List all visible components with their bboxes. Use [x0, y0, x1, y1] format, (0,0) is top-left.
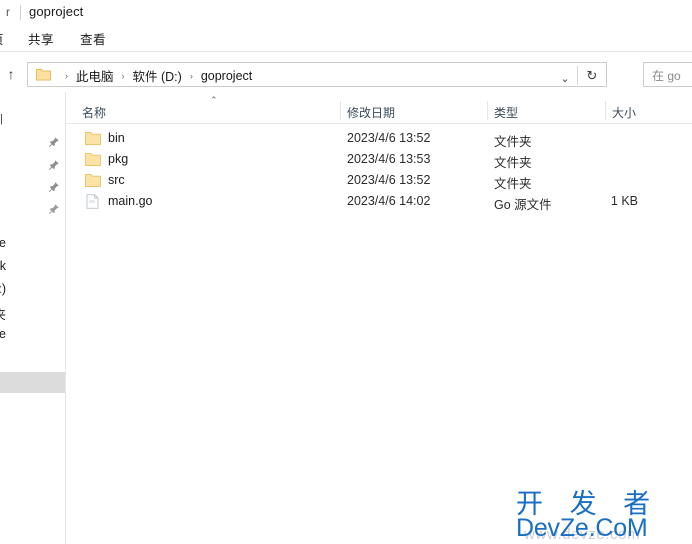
file-type: 文件夹 — [494, 156, 532, 170]
breadcrumb-separator: › — [189, 70, 193, 81]
folder-icon — [85, 152, 101, 167]
tab-view[interactable]: 查看 — [80, 29, 106, 48]
file-list: bin 2023/4/6 13:52 文件夹 pkg 2023/4/6 13:5… — [66, 128, 692, 228]
address-bar-row: ↑ › 此电脑 › 软件 (D:) › goproject ⌄ ↻ 在 go — [0, 58, 692, 91]
file-type: 文件夹 — [494, 177, 532, 191]
breadcrumb-separator: › — [121, 70, 125, 81]
tab-stub[interactable]: r — [0, 3, 10, 21]
window-title: goproject — [29, 4, 84, 19]
sidebar-selected-item[interactable] — [0, 372, 65, 393]
address-divider — [577, 66, 578, 85]
watermark-title: 开 发 者 — [516, 489, 660, 520]
watermark-ghost-text: www.devze.com — [524, 526, 641, 543]
header-underline — [66, 123, 692, 124]
table-row[interactable]: main.go 2023/4/6 14:02 Go 源文件 1 KB — [66, 191, 692, 212]
chevron-down-icon[interactable]: ⌄ — [554, 68, 576, 91]
sort-ascending-icon: ⌃ — [210, 95, 218, 105]
pin-icon — [48, 136, 60, 148]
sidebar-item-label[interactable]: 件夹 — [0, 304, 6, 323]
file-name[interactable]: pkg — [108, 152, 128, 166]
file-name[interactable]: bin — [108, 131, 125, 145]
column-header-row: ⌃ 名称 修改日期 类型 大小 — [66, 95, 692, 123]
file-date: 2023/4/6 13:53 — [347, 152, 431, 166]
sidebar-item-label[interactable]: tack — [0, 259, 6, 273]
file-size: 1 KB — [610, 194, 638, 208]
pin-icon — [48, 181, 60, 193]
search-input[interactable]: 在 go — [643, 62, 692, 87]
table-row[interactable]: bin 2023/4/6 13:52 文件夹 — [66, 128, 692, 149]
tab-home[interactable]: 页 — [0, 29, 13, 48]
sidebar-item-label[interactable]: re — [0, 327, 6, 341]
file-type: 文件夹 — [494, 135, 532, 149]
breadcrumb-item-goproject[interactable]: goproject — [200, 69, 253, 83]
navigation-pane: | le tack D:) 件夹 re — [0, 92, 66, 544]
column-header-date[interactable]: 修改日期 — [347, 104, 395, 121]
address-bar[interactable]: › 此电脑 › 软件 (D:) › goproject ⌄ ↻ — [27, 62, 607, 87]
column-separator[interactable] — [605, 101, 606, 120]
column-separator[interactable] — [487, 101, 488, 120]
file-date: 2023/4/6 14:02 — [347, 194, 431, 208]
ribbon-divider — [0, 51, 692, 52]
search-placeholder: 在 go — [652, 69, 681, 83]
table-row[interactable]: src 2023/4/6 13:52 文件夹 — [66, 170, 692, 191]
folder-icon — [85, 131, 101, 146]
ribbon-tab-bar: 页 共享 查看 — [0, 26, 692, 52]
folder-icon — [85, 173, 101, 188]
folder-icon — [36, 68, 51, 81]
file-icon — [85, 194, 101, 209]
breadcrumb: › 此电脑 › 软件 (D:) › goproject — [58, 66, 253, 85]
sidebar-item-label[interactable]: D:) — [0, 282, 6, 296]
file-type: Go 源文件 — [494, 198, 552, 212]
file-date: 2023/4/6 13:52 — [347, 173, 431, 187]
title-bar: r goproject — [0, 0, 692, 26]
column-separator[interactable] — [340, 101, 341, 120]
pin-icon — [48, 203, 60, 215]
pin-icon — [48, 159, 60, 171]
tab-share[interactable]: 共享 — [28, 29, 54, 48]
file-date: 2023/4/6 13:52 — [347, 131, 431, 145]
watermark: www.devze.com 开 发 者 DevZe.CoM — [516, 482, 692, 544]
up-arrow-icon[interactable]: ↑ — [2, 65, 20, 83]
column-header-type[interactable]: 类型 — [494, 104, 518, 121]
tab-divider — [20, 5, 21, 20]
column-header-name[interactable]: 名称 — [82, 104, 106, 121]
breadcrumb-item-this-pc[interactable]: 此电脑 — [75, 66, 115, 85]
breadcrumb-item-drive-d[interactable]: 软件 (D:) — [132, 66, 183, 85]
breadcrumb-separator: › — [65, 70, 68, 81]
file-explorer-window: r goproject 页 共享 查看 ↑ › 此电脑 › 软件 (D:) › … — [0, 0, 692, 544]
refresh-icon[interactable]: ↻ — [580, 66, 604, 85]
file-name[interactable]: main.go — [108, 194, 152, 208]
tree-expander-icon[interactable]: | — [0, 114, 5, 125]
table-row[interactable]: pkg 2023/4/6 13:53 文件夹 — [66, 149, 692, 170]
file-name[interactable]: src — [108, 173, 125, 187]
column-header-size[interactable]: 大小 — [612, 104, 636, 121]
watermark-domain: DevZe.CoM — [516, 514, 648, 542]
sidebar-item-label[interactable]: le — [0, 236, 6, 250]
